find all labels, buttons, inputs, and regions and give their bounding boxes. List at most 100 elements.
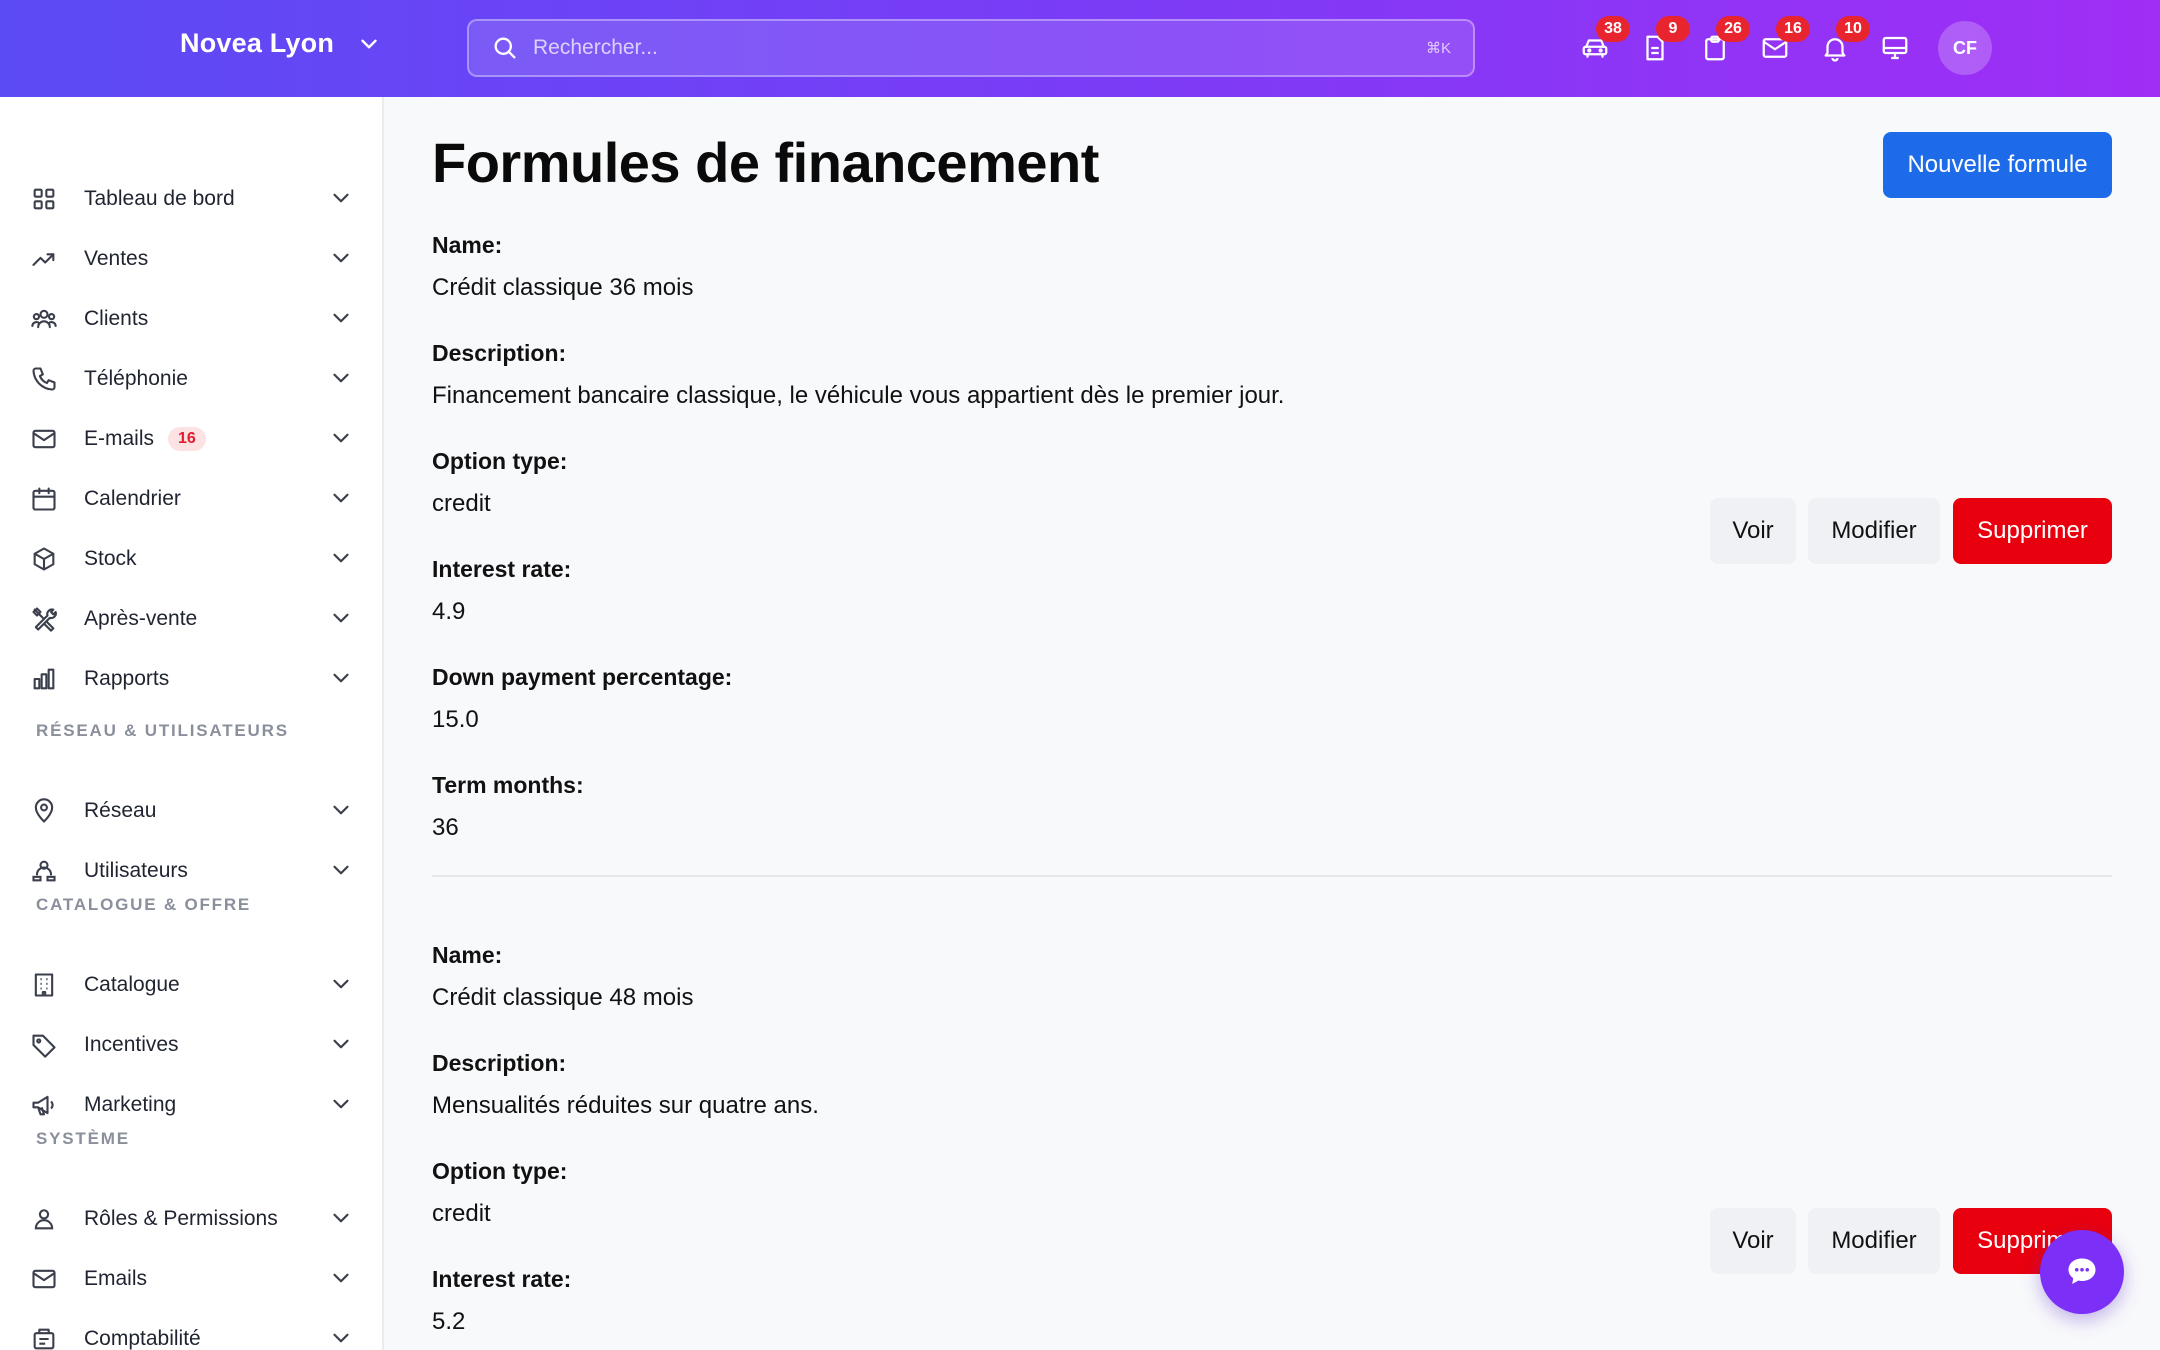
field-label: Name: (432, 232, 503, 258)
edit-button[interactable]: Modifier (1808, 498, 1940, 564)
search-box[interactable]: ⌘K (467, 19, 1475, 77)
box-icon (33, 547, 55, 571)
notification-badge: 10 (1836, 16, 1870, 42)
header-icons: 38 9 26 16 10 (1570, 16, 1920, 76)
field-label: Description: (432, 340, 567, 366)
section-title-network: RÉSEAU & UTILISATEURS (36, 721, 289, 740)
tag-icon (32, 1034, 56, 1058)
user-avatar[interactable]: CF (1938, 21, 1992, 75)
sidebar-item-label: Tableau de bord (84, 187, 235, 210)
field-label: Down payment percentage: (432, 664, 733, 690)
sidebar-item-telephony[interactable]: Téléphonie (30, 351, 354, 407)
mail-button[interactable]: 16 (1750, 16, 1810, 76)
chevron-down-icon (361, 39, 377, 48)
field-value-option-type: credit (432, 490, 491, 517)
sidebar-item-label: Emails (84, 1267, 148, 1290)
sidebar-item-calendar[interactable]: Calendrier (30, 471, 354, 527)
brand-switcher[interactable]: Novea Lyon (180, 28, 382, 59)
mail-icon (32, 1269, 56, 1289)
chevron-down-icon (333, 1039, 349, 1049)
chevron-down-icon (333, 373, 349, 383)
sidebar-item-clients[interactable]: Clients (30, 291, 354, 347)
sidebar-item-label: Rapports (84, 667, 170, 690)
field-value-description: Mensualités réduites sur quatre ans. (432, 1092, 819, 1119)
section-title-catalogue: CATALOGUE & OFFRE (36, 895, 252, 914)
sidebar-item-catalogue[interactable]: Catalogue (30, 957, 354, 1013)
display-button[interactable] (1870, 20, 1920, 76)
building-icon (34, 973, 54, 997)
mail-icon (32, 429, 56, 449)
dashboard-grid-icon (33, 188, 55, 210)
delete-button[interactable]: Supprimer (1953, 498, 2112, 564)
sidebar-item-label: Stock (84, 547, 137, 570)
chevron-down-icon (333, 253, 349, 263)
sidebar-item-emails[interactable]: E-mails 16 (30, 411, 354, 467)
sidebar-item-accounting[interactable]: Comptabilité (30, 1311, 354, 1350)
field-label: Interest rate: (432, 1266, 572, 1292)
chevron-down-icon (333, 493, 349, 503)
view-button[interactable]: Voir (1710, 498, 1796, 564)
chevron-down-icon (333, 673, 349, 683)
chevron-down-icon (333, 1273, 349, 1283)
brand-name: Novea Lyon (180, 28, 335, 58)
unread-badge: 16 (168, 427, 206, 451)
tasks-button[interactable]: 26 (1690, 16, 1750, 76)
chat-bubble-icon (2068, 1258, 2096, 1284)
sidebar-item-label: Calendrier (84, 487, 181, 510)
vehicles-button[interactable]: 38 (1570, 16, 1630, 76)
field-label: Interest rate: (432, 556, 572, 582)
chevron-down-icon (333, 313, 349, 323)
edit-button[interactable]: Modifier (1808, 1208, 1940, 1274)
sidebar: Tableau de bord Ventes Clients Téléphoni… (0, 97, 384, 1350)
chevron-down-icon (333, 613, 349, 623)
sidebar-item-system-emails[interactable]: Emails (30, 1251, 354, 1307)
view-button[interactable]: Voir (1710, 1208, 1796, 1274)
sidebar-item-label: Après-vente (84, 607, 198, 630)
sidebar-item-users[interactable]: Utilisateurs (30, 843, 354, 899)
field-label: Option type: (432, 1158, 568, 1184)
chevron-down-icon (333, 553, 349, 563)
documents-button[interactable]: 9 (1630, 16, 1690, 76)
section-title-system: SYSTÈME (36, 1129, 130, 1148)
sidebar-item-stock[interactable]: Stock (30, 531, 354, 587)
chevron-down-icon (333, 1213, 349, 1223)
field-label: Name: (432, 942, 503, 968)
sidebar-item-label: Marketing (84, 1093, 177, 1116)
phone-icon (32, 367, 56, 391)
sidebar-item-dashboard[interactable]: Tableau de bord (30, 171, 354, 227)
new-formula-button[interactable]: Nouvelle formule (1883, 132, 2112, 198)
sidebar-item-after-sales[interactable]: Après-vente (30, 591, 354, 647)
record-divider (432, 875, 2112, 877)
field-value-interest-rate: 4.9 (432, 598, 466, 625)
sidebar-item-roles[interactable]: Rôles & Permissions (30, 1191, 354, 1247)
sidebar-item-incentives[interactable]: Incentives (30, 1017, 354, 1073)
notifications-button[interactable]: 10 (1810, 16, 1870, 76)
chevron-down-icon (333, 979, 349, 989)
sidebar-item-network[interactable]: Réseau (30, 783, 354, 839)
monitor-icon (1882, 36, 1908, 60)
search-input[interactable] (533, 36, 1426, 60)
chat-launcher-button[interactable] (2040, 1230, 2124, 1314)
field-value-name: Crédit classique 36 mois (432, 274, 694, 301)
sidebar-item-label: Catalogue (84, 973, 180, 996)
sidebar-item-label: Comptabilité (84, 1327, 201, 1350)
sidebar-item-marketing[interactable]: Marketing (30, 1077, 354, 1133)
sidebar-item-label: E-mails (84, 427, 155, 450)
sidebar-item-label: Téléphonie (84, 367, 188, 390)
chevron-down-icon (333, 1333, 349, 1343)
sidebar-item-label: Incentives (84, 1033, 179, 1056)
chevron-down-icon (333, 1099, 349, 1109)
sidebar-item-label: Utilisateurs (84, 859, 188, 882)
field-label: Description: (432, 1050, 567, 1076)
sidebar-item-label: Clients (84, 307, 149, 330)
sidebar-item-sales[interactable]: Ventes (30, 231, 354, 287)
map-pin-icon (34, 798, 54, 823)
accounting-icon (33, 1328, 55, 1350)
sidebar-item-label: Ventes (84, 247, 149, 270)
sidebar-item-reports[interactable]: Rapports (30, 651, 354, 707)
chevron-down-icon (333, 865, 349, 875)
field-value-name: Crédit classique 48 mois (432, 984, 694, 1011)
calendar-icon (32, 487, 56, 511)
chevron-down-icon (333, 805, 349, 815)
field-label: Term months: (432, 772, 584, 798)
